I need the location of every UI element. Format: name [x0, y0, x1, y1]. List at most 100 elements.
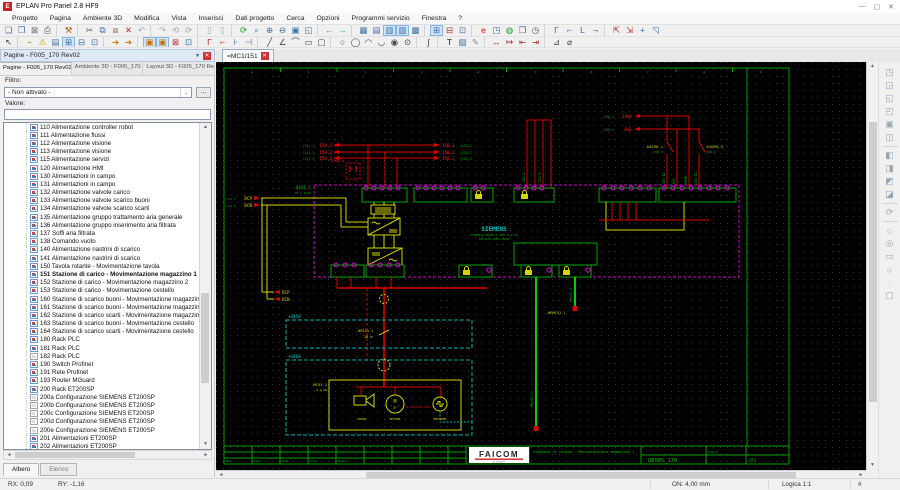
device-icon[interactable]: ⌁: [23, 37, 36, 47]
dim-cont-icon[interactable]: ↦: [503, 37, 516, 47]
view-side-d-icon[interactable]: ◪: [882, 188, 897, 201]
minimize-button[interactable]: —: [859, 3, 866, 11]
tree-item-111[interactable]: 111 Alimentazione flussi: [4, 131, 200, 140]
corner-tr-icon[interactable]: ⌐: [563, 25, 576, 36]
tree-item-181[interactable]: 181 Rack PLC: [4, 344, 200, 353]
dim-base-icon[interactable]: ⇤: [516, 37, 529, 47]
tree-item-200b[interactable]: 200b Configurazione SIEMENS ET200SP: [4, 401, 200, 410]
warning-icon[interactable]: ⚠: [36, 37, 49, 47]
tree-item-193[interactable]: 193 Router MGuard: [4, 376, 200, 385]
panel-dropdown-icon[interactable]: ▼: [195, 53, 200, 59]
tree-item-132[interactable]: 132 Alimentazione valvole carico: [4, 188, 200, 197]
menu-opzioni[interactable]: Opzioni: [310, 15, 345, 22]
symbol-multi-icon[interactable]: ▣: [156, 37, 169, 47]
pointer-icon[interactable]: ↖: [2, 37, 15, 47]
tree-item-120[interactable]: 120 Alimentazione HMI: [4, 163, 200, 173]
maximize-button[interactable]: ▢: [874, 3, 881, 11]
goto-target-icon[interactable]: ➔: [122, 37, 135, 47]
canvas-horizontal-scrollbar[interactable]: ◄ ►: [216, 470, 866, 478]
stretch-icon[interactable]: +: [636, 25, 649, 36]
zoom-select-icon[interactable]: ⌕: [250, 25, 263, 36]
page-macro-icon[interactable]: ◳: [490, 25, 503, 36]
view-side-c-icon[interactable]: ◩: [882, 175, 897, 188]
schematic-canvas[interactable]: 0 1 2 3 4 5 6 7 8 9 150.1 150.2 150.3 150.1 150.2…: [216, 62, 866, 470]
filter-more-button[interactable]: ...: [196, 87, 211, 98]
circle2-tool-icon[interactable]: ◯: [349, 37, 362, 47]
trim-icon[interactable]: ◹: [649, 25, 662, 36]
page-tab[interactable]: =MC1/151 ✕: [222, 49, 274, 62]
circle-dot-tool-icon[interactable]: ◉: [388, 37, 401, 47]
view-3d-a-icon[interactable]: ◳: [882, 66, 897, 79]
close-project-icon[interactable]: ⊠: [28, 25, 41, 36]
go-forward-icon[interactable]: →: [336, 25, 349, 36]
tree-item-191[interactable]: 191 Rete Profinet: [4, 368, 200, 377]
menu-progetto[interactable]: Progetto: [6, 15, 44, 22]
view-3d-c-icon[interactable]: ◱: [882, 92, 897, 105]
arc4-tool-icon[interactable]: ◡: [375, 37, 388, 47]
close-button[interactable]: ✕: [888, 3, 894, 11]
tree-item-133[interactable]: 133 Alimentazione valvole scarico buoni: [4, 196, 200, 205]
panel-tab[interactable]: Ambiente 3D - F005_170 ...: [71, 62, 144, 75]
tree-item-135[interactable]: 135 Alimentazione gruppo trattamento ari…: [4, 213, 200, 222]
tree-item-182[interactable]: 182 Rack PLC: [4, 352, 200, 361]
tree-item-153[interactable]: 153 Stazione di carico - Movimentazione …: [4, 286, 200, 295]
grid-d-icon[interactable]: ▨: [396, 25, 409, 36]
tree-item-200a[interactable]: 200a Configurazione SIEMENS ET200SP: [4, 393, 200, 402]
scroll-down-icon[interactable]: ▼: [200, 440, 211, 449]
t-node-right-icon[interactable]: Γ: [203, 37, 216, 47]
dim-diameter-icon[interactable]: ⌀: [563, 37, 576, 47]
panel-header[interactable]: Pagine - F005_170 Rev02 ▼ ✕: [0, 49, 215, 62]
zoom-in-icon[interactable]: ⊕: [263, 25, 276, 36]
goto-source-icon[interactable]: ➔: [109, 37, 122, 47]
symbol-icon[interactable]: ▣: [143, 37, 156, 47]
bottom-tab-albero[interactable]: Albero: [3, 463, 40, 476]
redo-icon[interactable]: ↷: [156, 25, 169, 36]
chevron-down-icon[interactable]: ⌄: [180, 88, 191, 97]
shape-circle-fill-icon[interactable]: ◎: [882, 237, 897, 250]
scroll-up-icon[interactable]: ▲: [200, 123, 211, 132]
hyperlink-tool-icon[interactable]: ✎: [469, 37, 482, 47]
menu-ambiente-3d[interactable]: Ambiente 3D: [77, 15, 128, 22]
tree-item-134[interactable]: 134 Alimentazione valvole scarico scarti: [4, 204, 200, 214]
web-icon[interactable]: ◍: [503, 25, 516, 36]
zoom-page-icon[interactable]: ◱: [302, 25, 315, 36]
view-side-a-icon[interactable]: ◧: [882, 149, 897, 162]
black-box-icon[interactable]: ⊟: [75, 37, 88, 47]
tree-item-136[interactable]: 136 Alimentazione gruppo inserimento ari…: [4, 221, 200, 230]
grid-a-icon[interactable]: ▦: [357, 25, 370, 36]
spline-tool-icon[interactable]: ∫: [422, 37, 435, 47]
structure-box-icon[interactable]: ⊡: [88, 37, 101, 47]
tree-item-110[interactable]: 110 Alimentazione controller robot: [4, 123, 200, 132]
tree-item-151[interactable]: 151 Stazione di carico - Movimentazione …: [4, 270, 200, 279]
move-in-icon[interactable]: ⇱: [610, 25, 623, 36]
rotate-3d-icon[interactable]: ⟳: [882, 206, 897, 219]
shape-slot-icon[interactable]: ▢: [882, 289, 897, 302]
menu-pagina[interactable]: Pagina: [44, 15, 77, 22]
tree-item-160[interactable]: 160 Stazione di scarico buoni - Moviment…: [4, 294, 200, 304]
delete-icon[interactable]: ✕: [122, 25, 135, 36]
grid-b-icon[interactable]: ▤: [370, 25, 383, 36]
redo-list-icon[interactable]: ⟳: [182, 25, 195, 36]
grid-c-icon[interactable]: ▥: [383, 25, 396, 36]
tree-item-113[interactable]: 113 Alimentazione visione: [4, 147, 200, 156]
copy-icon[interactable]: ⧉: [96, 25, 109, 36]
new-project-icon[interactable]: ❏: [2, 25, 15, 36]
view-3d-f-icon[interactable]: ◫: [882, 131, 897, 144]
tree-item-140[interactable]: 140 Alimentazione nastrini di scarico: [4, 245, 200, 254]
polyline-tool-icon[interactable]: ∠: [276, 37, 289, 47]
go-back-icon[interactable]: ←: [323, 25, 336, 36]
tree-item-131[interactable]: 131 Alimentazioni in campo: [4, 180, 200, 189]
undo-list-icon[interactable]: ⟲: [169, 25, 182, 36]
tree-item-130[interactable]: 130 Alimentazioni in campo: [4, 172, 200, 181]
next-page-icon[interactable]: ▯: [216, 25, 229, 36]
align-icon[interactable]: ⊡: [456, 25, 469, 36]
tree-item-137[interactable]: 137 Soffi aria filtrata: [4, 229, 200, 238]
value-input[interactable]: [4, 109, 211, 120]
snap-icon[interactable]: ⊟: [443, 25, 456, 36]
text-tool-icon[interactable]: T: [443, 37, 456, 47]
dim-chain-icon[interactable]: ⇥: [529, 37, 542, 47]
doc-icon[interactable]: ❒: [516, 25, 529, 36]
image-tool-icon[interactable]: ▨: [456, 37, 469, 47]
panel-tab[interactable]: Layout 3D - F005_170 Rev...: [143, 62, 216, 75]
menu-programmi-servizio[interactable]: Programmi servizio: [346, 15, 416, 22]
